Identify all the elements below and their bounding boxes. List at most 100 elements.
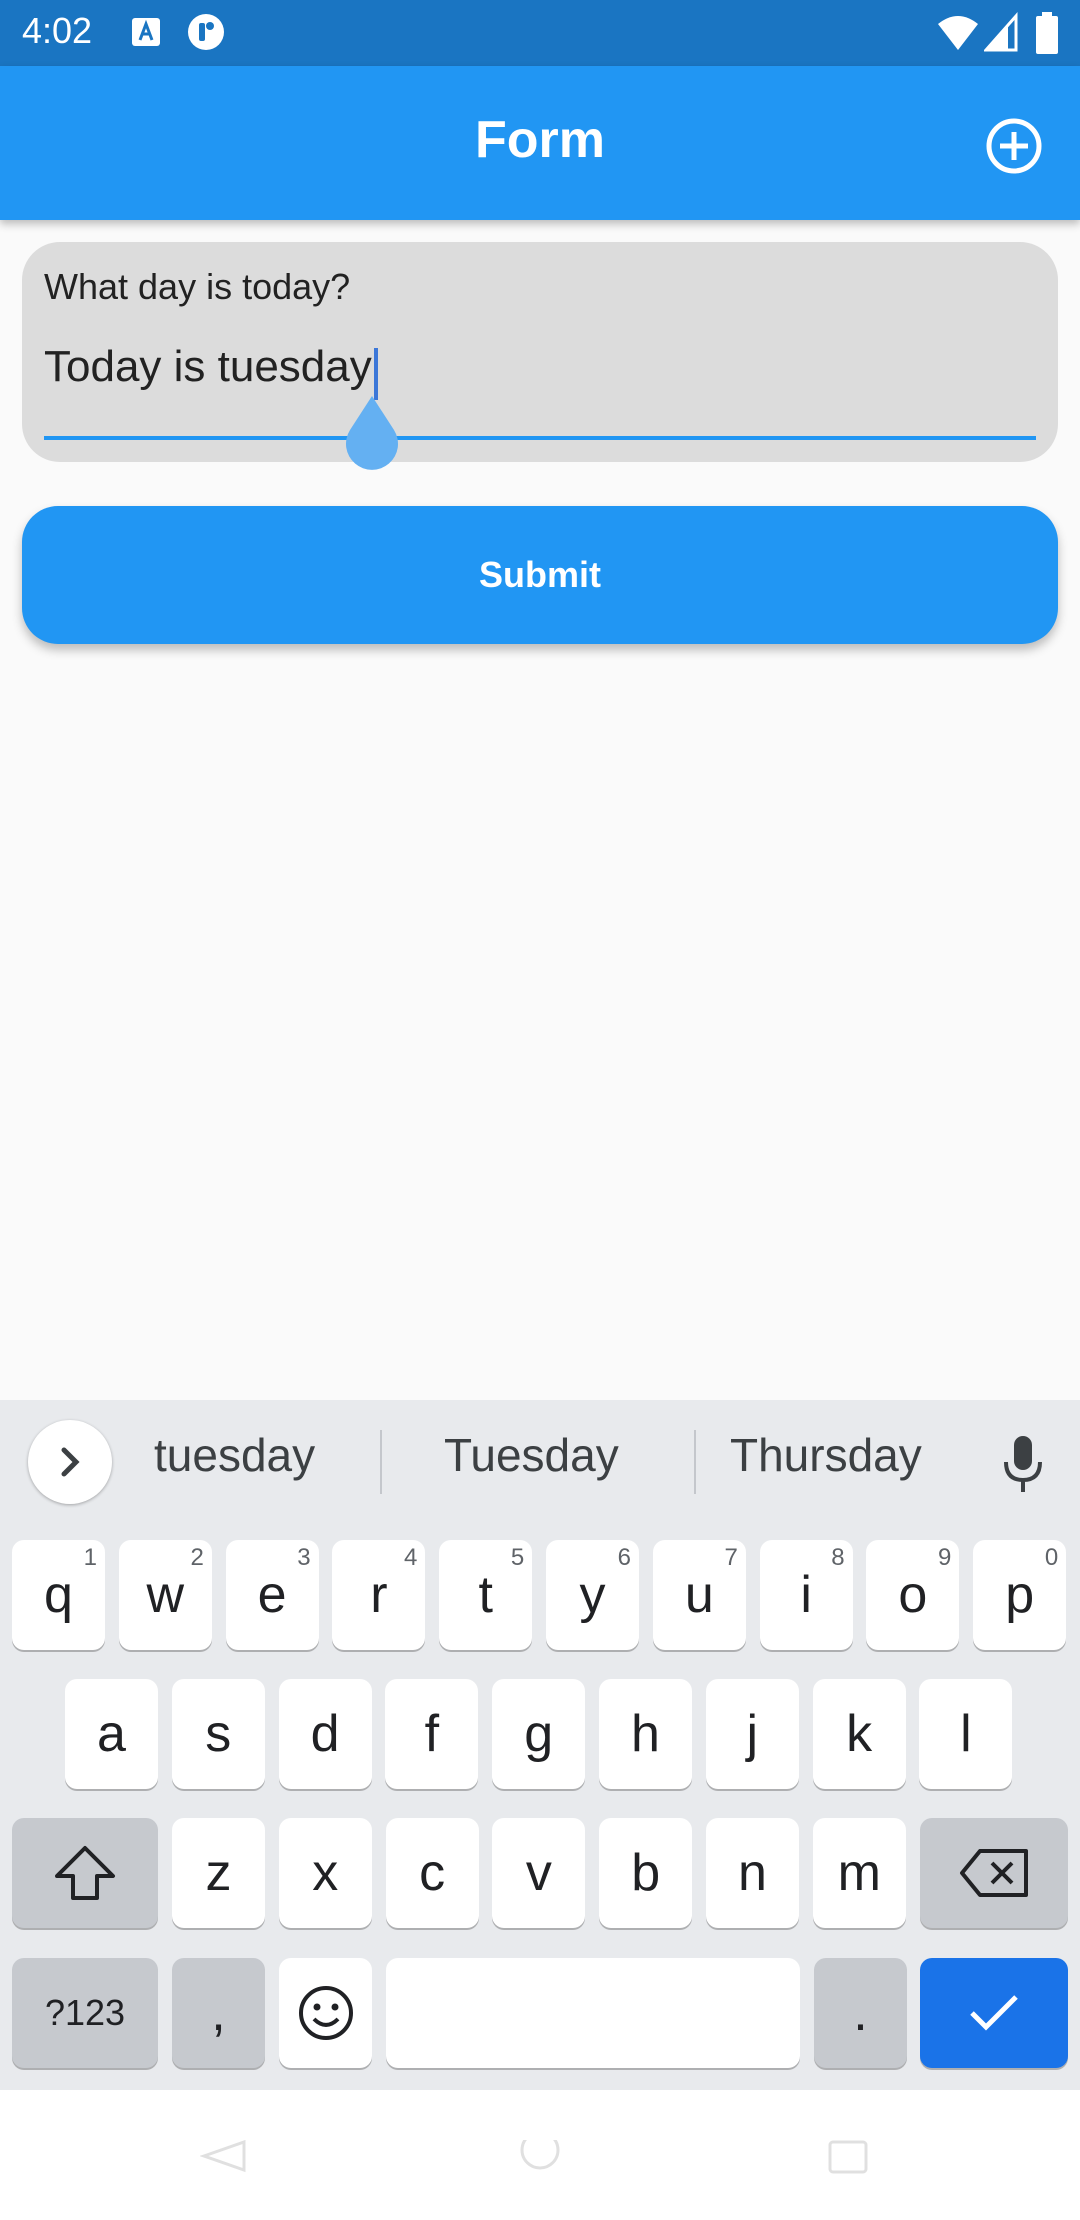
soft-keyboard: tuesday Tuesday Thursday ?123 , . q 1 w … — [0, 1400, 1080, 2090]
signal-icon — [984, 12, 1018, 52]
key-number-hint: 1 — [83, 1544, 97, 1571]
expand-suggestions-button[interactable] — [28, 1420, 112, 1504]
emoji-icon — [298, 1986, 353, 2040]
key-label: l — [960, 1705, 972, 1763]
suggestion-divider — [694, 1430, 696, 1494]
key-n[interactable]: n — [706, 1818, 799, 1928]
key-number-hint: 9 — [938, 1544, 952, 1571]
key-label: x — [312, 1844, 339, 1902]
key-r[interactable]: r4 — [332, 1540, 426, 1650]
key-label: n — [738, 1844, 767, 1902]
key-t[interactable]: t5 — [439, 1540, 533, 1650]
back-icon[interactable] — [200, 2140, 250, 2180]
key-i[interactable]: i8 — [759, 1540, 853, 1650]
key-u[interactable]: u7 — [652, 1540, 746, 1650]
key-z[interactable]: z — [172, 1818, 265, 1928]
microphone-icon[interactable] — [998, 1434, 1048, 1494]
key-label: z — [205, 1844, 232, 1902]
day-text-field[interactable]: What day is today? Today is tuesday — [22, 242, 1058, 462]
key-d[interactable]: d — [278, 1679, 372, 1789]
key-label: w — [146, 1566, 185, 1624]
key-k[interactable]: k — [812, 1679, 906, 1789]
key-p[interactable]: p0 — [973, 1540, 1067, 1650]
key-l[interactable]: l — [919, 1679, 1013, 1789]
key-o[interactable]: o9 — [866, 1540, 960, 1650]
key-number-hint: 4 — [404, 1544, 418, 1571]
key-label: r — [370, 1566, 388, 1624]
key-number-hint: 2 — [190, 1544, 204, 1571]
keyboard-notification-icon — [132, 18, 160, 46]
suggestion-1[interactable]: tuesday — [154, 1428, 315, 1482]
home-icon[interactable] — [516, 2140, 564, 2180]
key-label: g — [524, 1705, 554, 1763]
key-number-hint: 0 — [1044, 1544, 1059, 1571]
key-m[interactable]: m — [812, 1818, 906, 1928]
submit-button[interactable]: Submit — [22, 506, 1058, 644]
app-notification-icon — [188, 14, 224, 50]
app-title: Form — [475, 111, 605, 169]
cursor-handle-icon[interactable] — [342, 394, 402, 470]
key-label: u — [684, 1566, 714, 1624]
shift-icon — [55, 1846, 115, 1900]
symbols-key[interactable]: ?123 — [12, 1958, 158, 2068]
suggestion-bar: tuesday Tuesday Thursday — [0, 1400, 1080, 1524]
key-q[interactable]: q1 — [12, 1540, 105, 1650]
key-number-hint: 8 — [831, 1544, 845, 1571]
backspace-icon — [960, 1849, 1028, 1897]
key-label: t — [478, 1566, 493, 1624]
enter-key[interactable] — [920, 1958, 1068, 2068]
suggestion-2[interactable]: Tuesday — [444, 1428, 619, 1482]
key-f[interactable]: f — [385, 1679, 479, 1789]
field-label: What day is today? — [44, 266, 351, 307]
key-number-hint: 7 — [724, 1544, 738, 1571]
battery-icon — [1036, 12, 1058, 54]
key-a[interactable]: a — [65, 1679, 158, 1789]
shift-key[interactable] — [12, 1818, 158, 1928]
wifi-icon — [938, 16, 978, 50]
key-label: j — [746, 1705, 759, 1763]
field-underline — [44, 436, 1036, 440]
key-y[interactable]: y6 — [546, 1540, 639, 1650]
key-label: q — [44, 1566, 73, 1624]
key-e[interactable]: e3 — [225, 1540, 319, 1650]
recents-icon[interactable] — [826, 2140, 870, 2180]
key-s[interactable]: s — [171, 1679, 265, 1789]
key-label: i — [800, 1566, 812, 1624]
key-label: a — [97, 1705, 126, 1763]
emoji-key[interactable] — [279, 1958, 372, 2068]
comma-key[interactable]: , — [172, 1958, 265, 2068]
add-circle-icon[interactable] — [984, 116, 1044, 176]
key-v[interactable]: v — [492, 1818, 586, 1928]
key-label: b — [631, 1844, 661, 1902]
key-label: e — [257, 1566, 287, 1624]
period-key[interactable]: . — [814, 1958, 907, 2068]
key-c[interactable]: c — [385, 1818, 479, 1928]
key-g[interactable]: g — [492, 1679, 586, 1789]
checkmark-icon — [970, 1995, 1018, 2031]
status-bar: 4:02 — [0, 0, 1080, 66]
key-label: h — [631, 1705, 660, 1763]
key-number-hint: 6 — [617, 1544, 631, 1571]
space-key[interactable] — [386, 1958, 800, 2068]
status-time: 4:02 — [22, 10, 93, 51]
suggestion-divider — [380, 1430, 382, 1494]
key-label: p — [1005, 1566, 1035, 1624]
key-number-hint: 5 — [510, 1544, 525, 1571]
key-label: y — [579, 1566, 606, 1624]
key-number-hint: 3 — [297, 1544, 311, 1571]
key-h[interactable]: h — [599, 1679, 692, 1789]
key-label: k — [846, 1705, 873, 1763]
key-label: m — [837, 1844, 881, 1902]
suggestion-3[interactable]: Thursday — [730, 1428, 922, 1482]
app-bar: Form — [0, 66, 1080, 220]
text-cursor — [374, 348, 378, 400]
key-x[interactable]: x — [278, 1818, 372, 1928]
key-label: o — [898, 1566, 928, 1624]
key-w[interactable]: w2 — [118, 1540, 212, 1650]
key-j[interactable]: j — [705, 1679, 799, 1789]
key-label: v — [525, 1844, 552, 1902]
field-value[interactable]: Today is tuesday — [44, 342, 372, 392]
key-b[interactable]: b — [599, 1818, 693, 1928]
backspace-key[interactable] — [920, 1818, 1068, 1928]
key-label: f — [424, 1705, 440, 1763]
